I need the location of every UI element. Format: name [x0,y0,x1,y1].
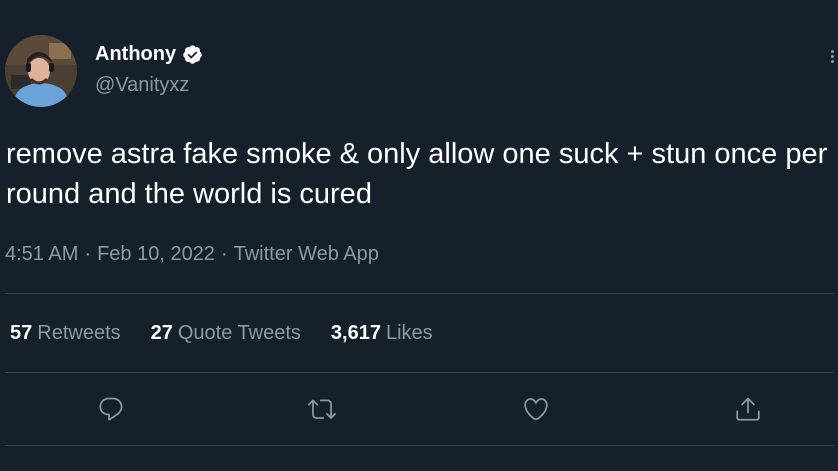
avatar[interactable] [5,35,77,107]
likes-count: 3,617 [330,322,381,344]
author-name-row: Anthony [95,42,203,66]
like-button[interactable] [519,392,553,426]
tweet-text: remove astra fake smoke & only allow one… [6,138,836,210]
tweet-source[interactable]: Twitter Web App [234,243,379,265]
tweet-detail: Anthony @Vanityxz remove astra fake smok… [0,0,838,471]
divider [5,445,834,446]
retweet-icon [308,399,336,419]
tweet-time[interactable]: 4:51 AM [5,243,78,265]
more-options-icon[interactable] [826,44,838,68]
meta-separator: · [84,243,92,265]
likes-stat[interactable]: 3,617 Likes [331,320,433,346]
tweet-actions [0,392,838,426]
retweets-stat[interactable]: 57 Retweets [10,320,121,346]
retweets-count: 57 [10,322,33,344]
author-display-name[interactable]: Anthony [95,42,176,66]
verified-badge-icon [182,44,203,65]
share-button[interactable] [731,392,765,426]
quote-tweets-count: 27 [150,322,173,344]
retweet-button[interactable] [305,392,339,426]
tweet-date[interactable]: Feb 10, 2022 [97,243,215,265]
avatar-image [5,35,77,107]
quote-tweets-label: Quote Tweets [177,322,301,344]
quote-tweets-stat[interactable]: 27 Quote Tweets [151,320,301,346]
likes-label: Likes [385,322,433,344]
reply-button[interactable] [94,392,128,426]
author-handle[interactable]: @Vanityxz [95,73,189,97]
share-icon [736,397,760,421]
divider [5,293,834,294]
meta-separator: · [220,243,228,265]
retweets-label: Retweets [37,322,121,344]
reply-icon [99,397,123,421]
heart-icon [524,398,548,421]
tweet-stats: 57 Retweets 27 Quote Tweets 3,617 Likes [10,320,433,346]
tweet-meta: 4:51 AM · Feb 10, 2022 · Twitter Web App [5,241,379,267]
divider [5,372,834,373]
